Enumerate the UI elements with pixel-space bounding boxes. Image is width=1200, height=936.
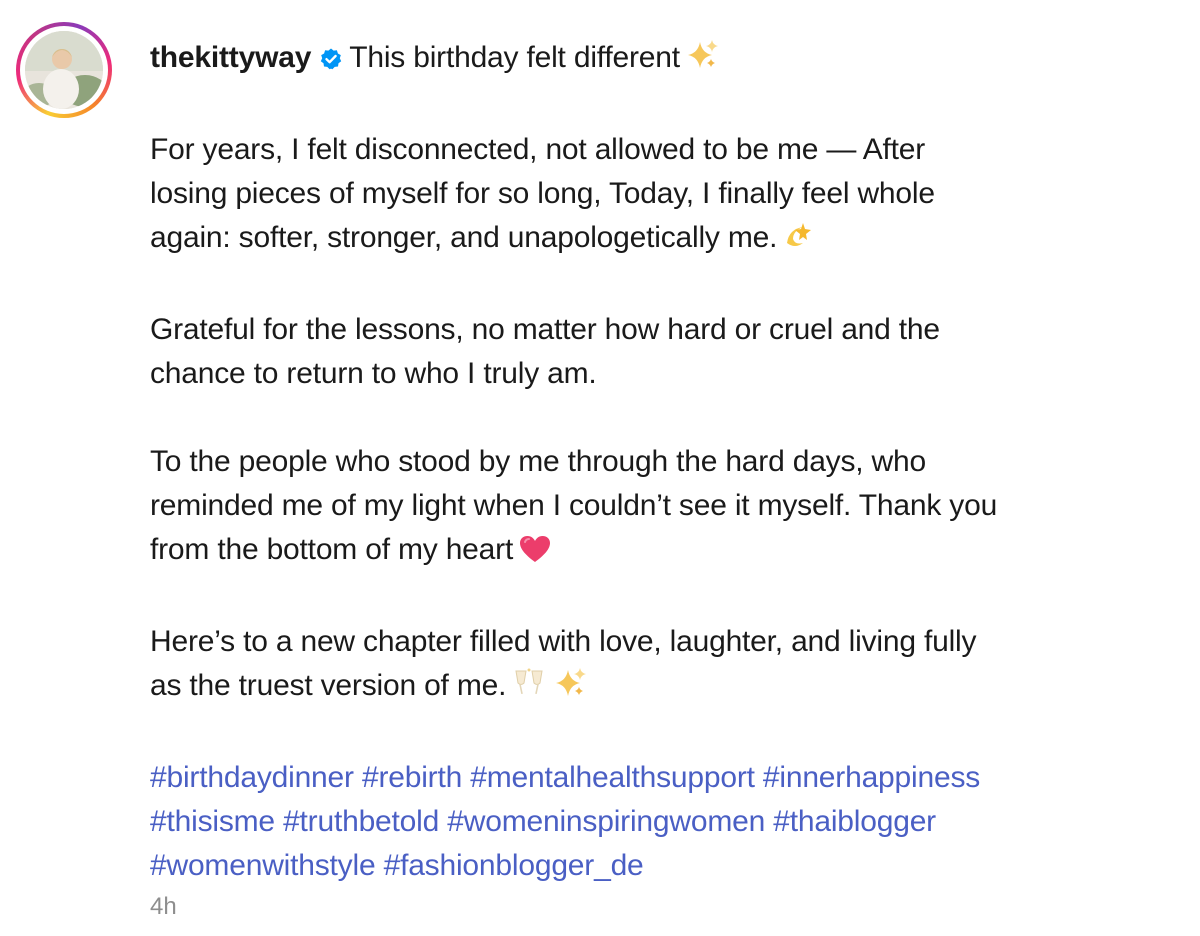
hashtag-link[interactable]: #mentalhealthsupport [470,761,755,794]
hashtag-link[interactable]: #truthbetold [283,805,439,838]
caption-paragraph-2: Grateful for the lessons, no matter how … [150,308,1170,396]
avatar-story-ring[interactable] [16,22,112,118]
sparkles-icon [554,667,588,712]
post-timestamp[interactable]: 4h [150,893,177,921]
hashtag-link[interactable]: #thaiblogger [773,805,936,838]
dizzy-star-icon [783,220,813,264]
hashtag-link[interactable]: #thisisme [150,805,275,838]
caption-line: Here’s to a new chapter filled with love… [150,625,977,658]
caption-line-text: again: softer, stronger, and unapologeti… [150,221,778,254]
caption-paragraph-1: For years, I felt disconnected, not allo… [150,128,1170,264]
caption-line: reminded me of my light when I couldn’t … [150,489,998,522]
caption-paragraph-4: Here’s to a new chapter filled with love… [150,620,1170,712]
caption-line: For years, I felt disconnected, not allo… [150,133,926,166]
caption-line-with-emoji: from the bottom of my heart [150,528,1170,576]
hashtag-link[interactable]: #innerhappiness [763,761,980,794]
hashtag-line: #thisisme #truthbetold #womeninspiringwo… [150,800,1170,844]
hashtag-line: #womenwithstyle #fashionblogger_de [150,844,1170,888]
caption-line: losing pieces of myself for so long, Tod… [150,177,935,210]
caption-line-text: as the truest version of me. [150,669,507,702]
caption-line-with-emoji: again: softer, stronger, and unapologeti… [150,216,1170,264]
sparkles-icon [686,39,720,84]
instagram-post-caption: thekittyway This birthday felt different… [0,0,1200,936]
username-link[interactable]: thekittyway [150,41,311,74]
caption-line: To the people who stood by me through th… [150,445,926,478]
hashtag-link[interactable]: #womenwithstyle [150,849,376,882]
clinking-glasses-icon [512,667,548,712]
caption-line-text: from the bottom of my heart [150,533,514,566]
caption-line-with-emoji: as the truest version of me. [150,664,1170,712]
caption-header-line: thekittyway This birthday felt different [150,36,1170,84]
hashtag-link[interactable]: #rebirth [362,761,462,794]
avatar[interactable] [25,31,103,109]
caption-line: Grateful for the lessons, no matter how … [150,313,940,346]
caption-headline: This birthday felt different [349,41,680,74]
caption-body: thekittyway This birthday felt different… [150,36,1170,888]
heart-icon [519,532,551,576]
hashtag-link[interactable]: #womeninspiringwomen [447,805,765,838]
hashtag-block: #birthdaydinner #rebirth #mentalhealthsu… [150,756,1170,888]
caption-line: chance to return to who I truly am. [150,357,597,390]
hashtag-line: #birthdaydinner #rebirth #mentalhealthsu… [150,756,1170,800]
caption-paragraph-3: To the people who stood by me through th… [150,440,1170,576]
hashtag-link[interactable]: #birthdaydinner [150,761,354,794]
avatar-ring-gap [20,26,108,114]
verified-badge-icon [319,40,343,84]
hashtag-link[interactable]: #fashionblogger_de [384,849,644,882]
